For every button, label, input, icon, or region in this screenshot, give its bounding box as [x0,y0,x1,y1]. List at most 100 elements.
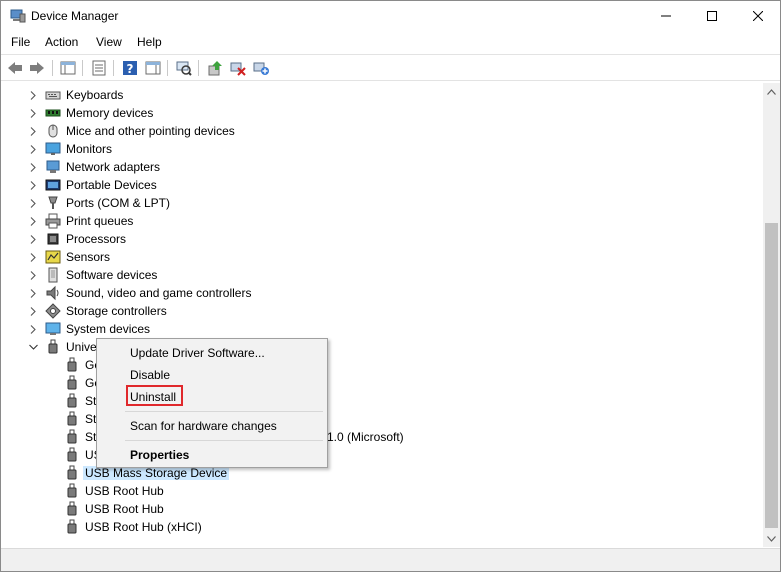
usb-icon [67,411,77,426]
category-label: Memory devices [66,106,154,120]
expand-button[interactable] [27,269,39,281]
tree-device-row[interactable]: USB Root Hub [2,500,762,518]
expand-button[interactable] [27,107,39,119]
chevron-right-icon [30,270,36,280]
category-label: Sound, video and game controllers [66,286,252,300]
toolbar-separator [198,60,199,76]
tree-category-row[interactable]: Print queues [2,212,762,230]
tree-category-row[interactable]: Memory devices [2,104,762,122]
action-pane-button[interactable] [144,59,162,77]
category-label: Sensors [66,250,111,264]
category-label: System devices [66,322,151,336]
help-icon: ? [123,61,137,76]
tree-category-row[interactable]: Processors [2,230,762,248]
maximize-button[interactable] [689,1,735,31]
menu-help[interactable]: Help [137,35,162,49]
close-button[interactable] [735,1,781,31]
window-title: Device Manager [31,9,119,23]
forward-button[interactable] [28,59,46,77]
device-manager-icon [10,9,26,23]
expand-button[interactable] [27,233,39,245]
usb-icon [67,375,77,390]
collapse-button[interactable] [27,341,39,353]
tree-category-row[interactable]: Storage controllers [2,302,762,320]
minimize-icon [661,15,671,17]
storage-controller-icon [45,303,61,319]
toolbar: ? [1,54,780,81]
tree-category-row[interactable]: Sensors [2,248,762,266]
expand-button[interactable] [27,323,39,335]
show-hide-action-pane-icon [145,61,161,75]
update-driver-button[interactable] [206,59,224,77]
tree-category-row[interactable]: Monitors [2,140,762,158]
menu-item-disable[interactable]: Disable [130,368,170,382]
device-manager-window: Device Manager File Action View Help ? K… [0,0,781,572]
printer-icon [45,213,61,229]
usb-icon [67,429,77,444]
expand-button[interactable] [27,89,39,101]
back-button[interactable] [6,59,24,77]
mouse-icon [48,124,58,138]
menu-item-properties[interactable]: Properties [130,448,189,462]
menu-file[interactable]: File [11,35,30,49]
menu-separator [125,411,323,412]
toolbar-separator [82,60,83,76]
tree-category-row[interactable]: Network adapters [2,158,762,176]
tree-category-row[interactable]: Ports (COM & LPT) [2,194,762,212]
tree-device-row[interactable]: USB Root Hub (xHCI) [2,518,762,536]
menu-action[interactable]: Action [45,35,78,49]
vertical-scrollbar[interactable] [763,83,780,547]
device-label: USB Root Hub [85,502,164,516]
tree-category-row[interactable]: Keyboards [2,86,762,104]
menu-item-scan-hardware[interactable]: Scan for hardware changes [130,419,277,433]
tree-category-row[interactable]: Portable Devices [2,176,762,194]
tree-device-row[interactable]: USB Root Hub [2,482,762,500]
help-button[interactable]: ? [121,59,139,77]
expand-button[interactable] [27,125,39,137]
usb-icon [67,519,77,534]
scroll-down-button[interactable] [763,530,780,547]
usb-icon [48,339,58,354]
expand-button[interactable] [27,179,39,191]
expand-button[interactable] [27,143,39,155]
tree-category-row[interactable]: Mice and other pointing devices [2,122,762,140]
device-tree: Keyboards Memory devices Mice and other po… [2,85,762,547]
scroll-up-button[interactable] [763,83,780,100]
update-driver-icon [208,61,222,76]
back-arrow-icon [8,62,22,74]
menu-item-update-driver[interactable]: Update Driver Software... [130,346,265,360]
chevron-right-icon [30,288,36,298]
expand-button[interactable] [27,215,39,227]
chevron-right-icon [30,198,36,208]
svg-text:?: ? [127,62,134,76]
expand-button[interactable] [27,287,39,299]
uninstall-device-button[interactable] [229,59,247,77]
scan-hardware-button[interactable] [175,59,193,77]
add-legacy-hardware-button[interactable] [252,59,270,77]
device-label-tail: 1.0 (Microsoft) [327,430,404,444]
menu-separator [125,440,323,441]
tree-category-row[interactable]: Software devices [2,266,762,284]
scroll-thumb[interactable] [765,223,778,528]
category-label: Unive [66,340,97,354]
minimize-button[interactable] [643,1,689,31]
console-tree-button[interactable] [59,59,77,77]
expand-button[interactable] [27,197,39,209]
speaker-icon [46,285,59,301]
category-label: Software devices [66,268,158,282]
properties-button[interactable] [90,59,108,77]
chevron-right-icon [30,126,36,136]
expand-button[interactable] [27,251,39,263]
menu-view[interactable]: View [96,35,122,49]
device-label: USB Root Hub [85,484,164,498]
chevron-right-icon [30,108,36,118]
tree-category-row[interactable]: Sound, video and game controllers [2,284,762,302]
forward-arrow-icon [30,62,44,74]
chevron-right-icon [30,252,36,262]
show-hide-console-tree-icon [60,61,76,75]
expand-button[interactable] [27,161,39,173]
tree-category-row[interactable]: System devices [2,320,762,338]
device-label: USB Root Hub (xHCI) [85,520,202,534]
expand-button[interactable] [27,305,39,317]
category-label: Storage controllers [66,304,167,318]
